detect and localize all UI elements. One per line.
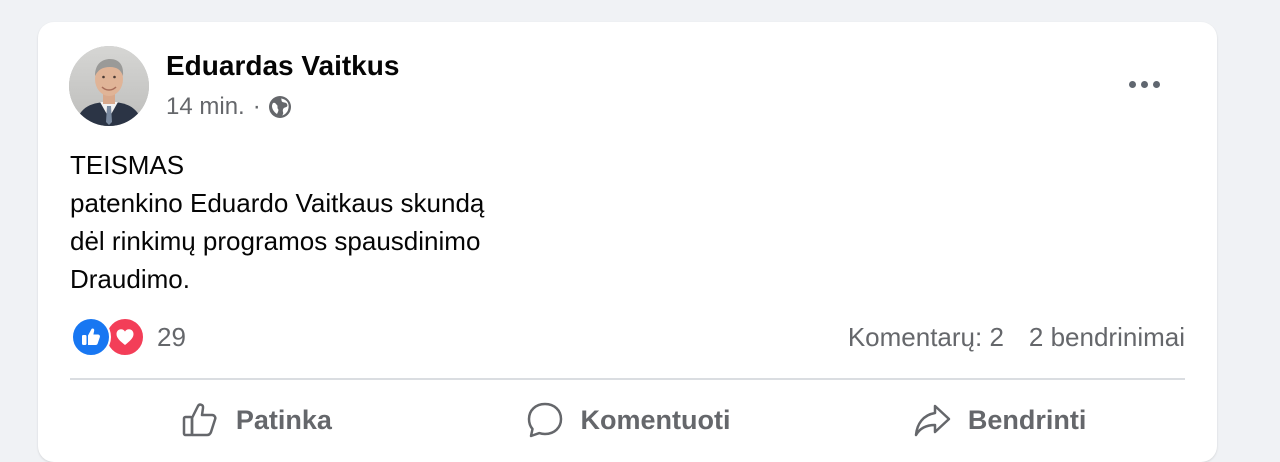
post-text-line: patenkino Eduardo Vaitkaus skundą xyxy=(70,188,485,218)
more-options-icon xyxy=(1128,80,1136,88)
reaction-icons[interactable] xyxy=(71,317,145,357)
share-button-label: Bendrinti xyxy=(967,404,1087,435)
divider xyxy=(70,378,1185,380)
post-text-line: dėl rinkimų programos spausdinimo xyxy=(70,226,481,256)
post-text: TEISMAS patenkino Eduardo Vaitkaus skund… xyxy=(70,146,770,298)
post-text-line: Draudimo. xyxy=(70,264,190,294)
more-options-button[interactable] xyxy=(1116,64,1172,104)
thumbs-up-icon xyxy=(180,400,220,440)
post-text-line: TEISMAS xyxy=(70,150,185,180)
comment-button-label: Komentuoti xyxy=(580,404,731,435)
comment-icon xyxy=(525,400,565,440)
like-icon xyxy=(71,317,111,357)
globe-icon[interactable] xyxy=(268,95,292,119)
comment-button[interactable]: Komentuoti xyxy=(442,387,814,453)
like-button[interactable]: Patinka xyxy=(70,387,442,453)
post-meta: 14 min. · xyxy=(166,92,292,122)
author-name[interactable]: Eduardas Vaitkus xyxy=(166,50,399,82)
post-actions: Patinka Komentuoti Bendrinti xyxy=(70,387,1185,453)
meta-separator: · xyxy=(252,93,261,120)
post-card: Eduardas Vaitkus 14 min. · TEISMAS paten… xyxy=(38,22,1217,462)
post-timestamp[interactable]: 14 min. xyxy=(166,93,245,121)
comments-count[interactable]: Komentarų: 2 xyxy=(848,319,1004,355)
post-stats: Komentarų: 2 2 bendrinimai xyxy=(848,319,1185,355)
author-avatar[interactable] xyxy=(69,46,149,126)
share-icon xyxy=(912,400,952,440)
shares-count[interactable]: 2 bendrinimai xyxy=(1029,319,1185,355)
share-button[interactable]: Bendrinti xyxy=(813,387,1185,453)
reaction-count[interactable]: 29 xyxy=(157,319,186,355)
like-button-label: Patinka xyxy=(235,404,332,435)
love-icon xyxy=(105,317,145,357)
